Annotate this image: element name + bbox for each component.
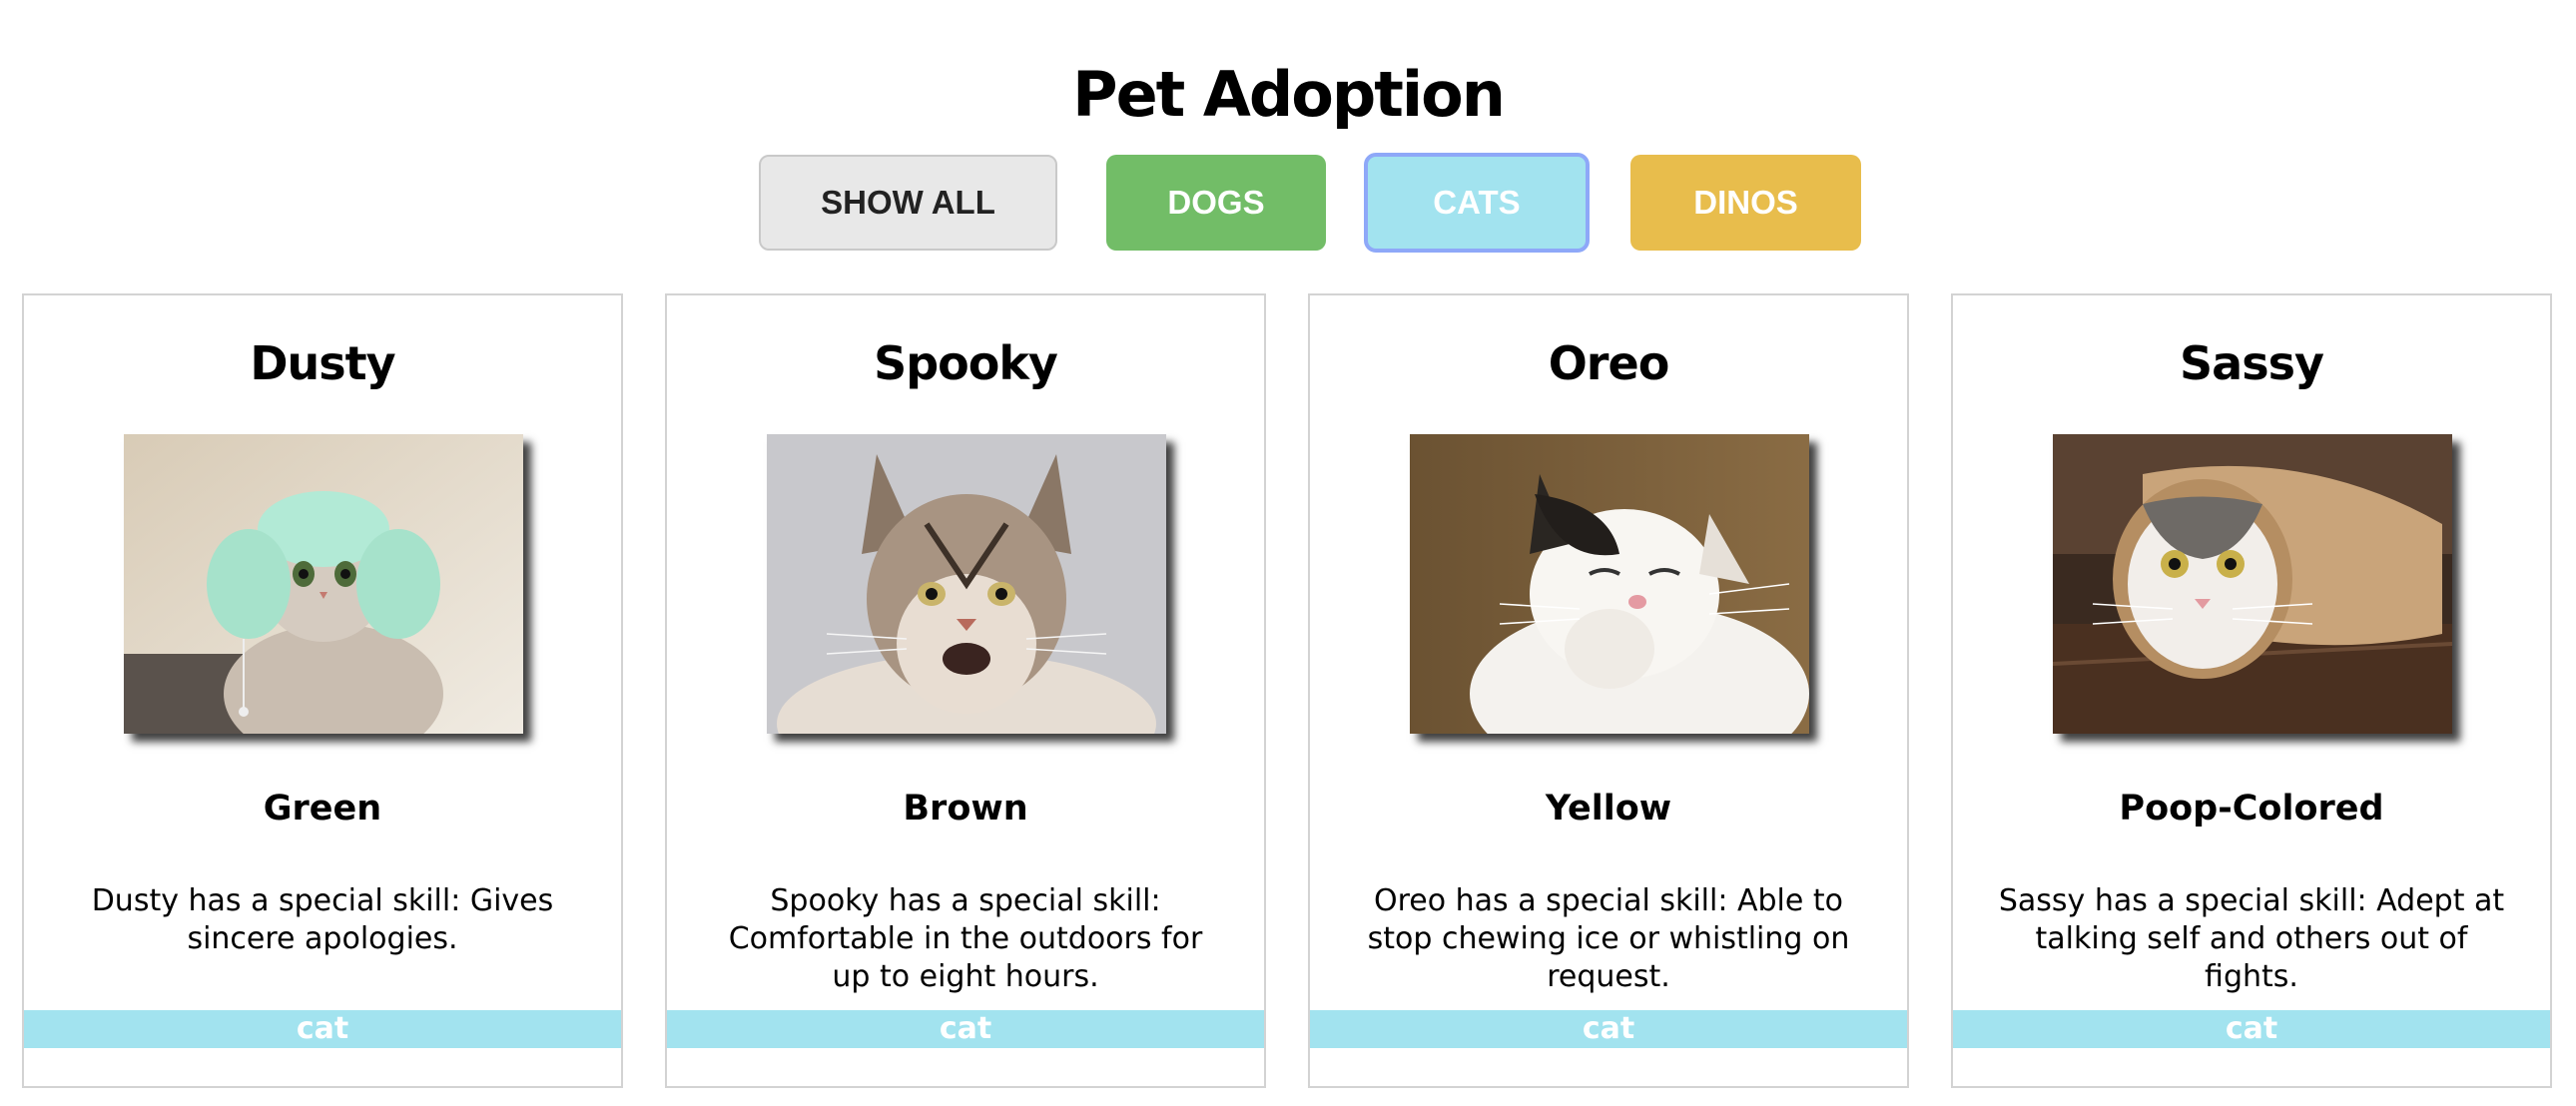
maine-coon-cat-photo bbox=[767, 434, 1166, 734]
pet-description: Oreo has a special skill: Able to stop c… bbox=[1367, 883, 1850, 994]
pet-photo bbox=[124, 434, 523, 734]
laughing-black-white-cat-photo bbox=[1410, 434, 1809, 734]
pet-type-badge: cat bbox=[667, 1010, 1264, 1048]
dinos-filter-button[interactable]: DINOS bbox=[1630, 155, 1861, 251]
pet-card: Spooky Brown Spooky has a special skill:… bbox=[665, 293, 1266, 1088]
pet-description: Dusty has a special skill: Gives sincere… bbox=[91, 883, 554, 956]
pet-type-badge: cat bbox=[24, 1010, 621, 1048]
pet-name: Oreo bbox=[1548, 336, 1670, 390]
pet-card: Sassy Poop-Colored Sassy has a special s… bbox=[1951, 293, 2552, 1088]
pet-color: Brown bbox=[903, 789, 1028, 829]
pet-photo bbox=[2053, 434, 2452, 734]
cat-in-paper-roll-photo bbox=[2053, 434, 2452, 734]
pet-type-badge: cat bbox=[1953, 1010, 2550, 1048]
pet-color: Poop-Colored bbox=[2119, 789, 2384, 829]
page: Pet Adoption SHOW ALL DOGS CATS DINOS Du… bbox=[0, 0, 2576, 1106]
cats-filter-button[interactable]: CATS bbox=[1364, 153, 1590, 253]
pet-photo bbox=[1410, 434, 1809, 734]
dogs-filter-button[interactable]: DOGS bbox=[1106, 155, 1326, 251]
pet-color: Green bbox=[263, 789, 382, 829]
show-all-button[interactable]: SHOW ALL bbox=[759, 155, 1057, 251]
pet-type-badge: cat bbox=[1310, 1010, 1907, 1048]
page-title: Pet Adoption bbox=[1072, 57, 1506, 131]
pet-description: Spooky has a special skill: Comfortable … bbox=[728, 883, 1203, 994]
pet-color: Yellow bbox=[1545, 789, 1672, 829]
pet-card: Dusty Green Dusty has a special skill: G… bbox=[22, 293, 623, 1088]
pet-description: Sassy has a special skill: Adept at talk… bbox=[1998, 883, 2505, 994]
filter-bar: SHOW ALL DOGS CATS DINOS bbox=[0, 153, 2576, 253]
pet-name: Sassy bbox=[2180, 336, 2324, 390]
pet-name: Spooky bbox=[874, 336, 1058, 390]
pet-card: Oreo Yellow Oreo has a special skill: Ab… bbox=[1308, 293, 1909, 1088]
pet-name: Dusty bbox=[250, 336, 395, 390]
pet-photo bbox=[767, 434, 1166, 734]
cat-in-knitted-hat-photo bbox=[124, 434, 523, 734]
